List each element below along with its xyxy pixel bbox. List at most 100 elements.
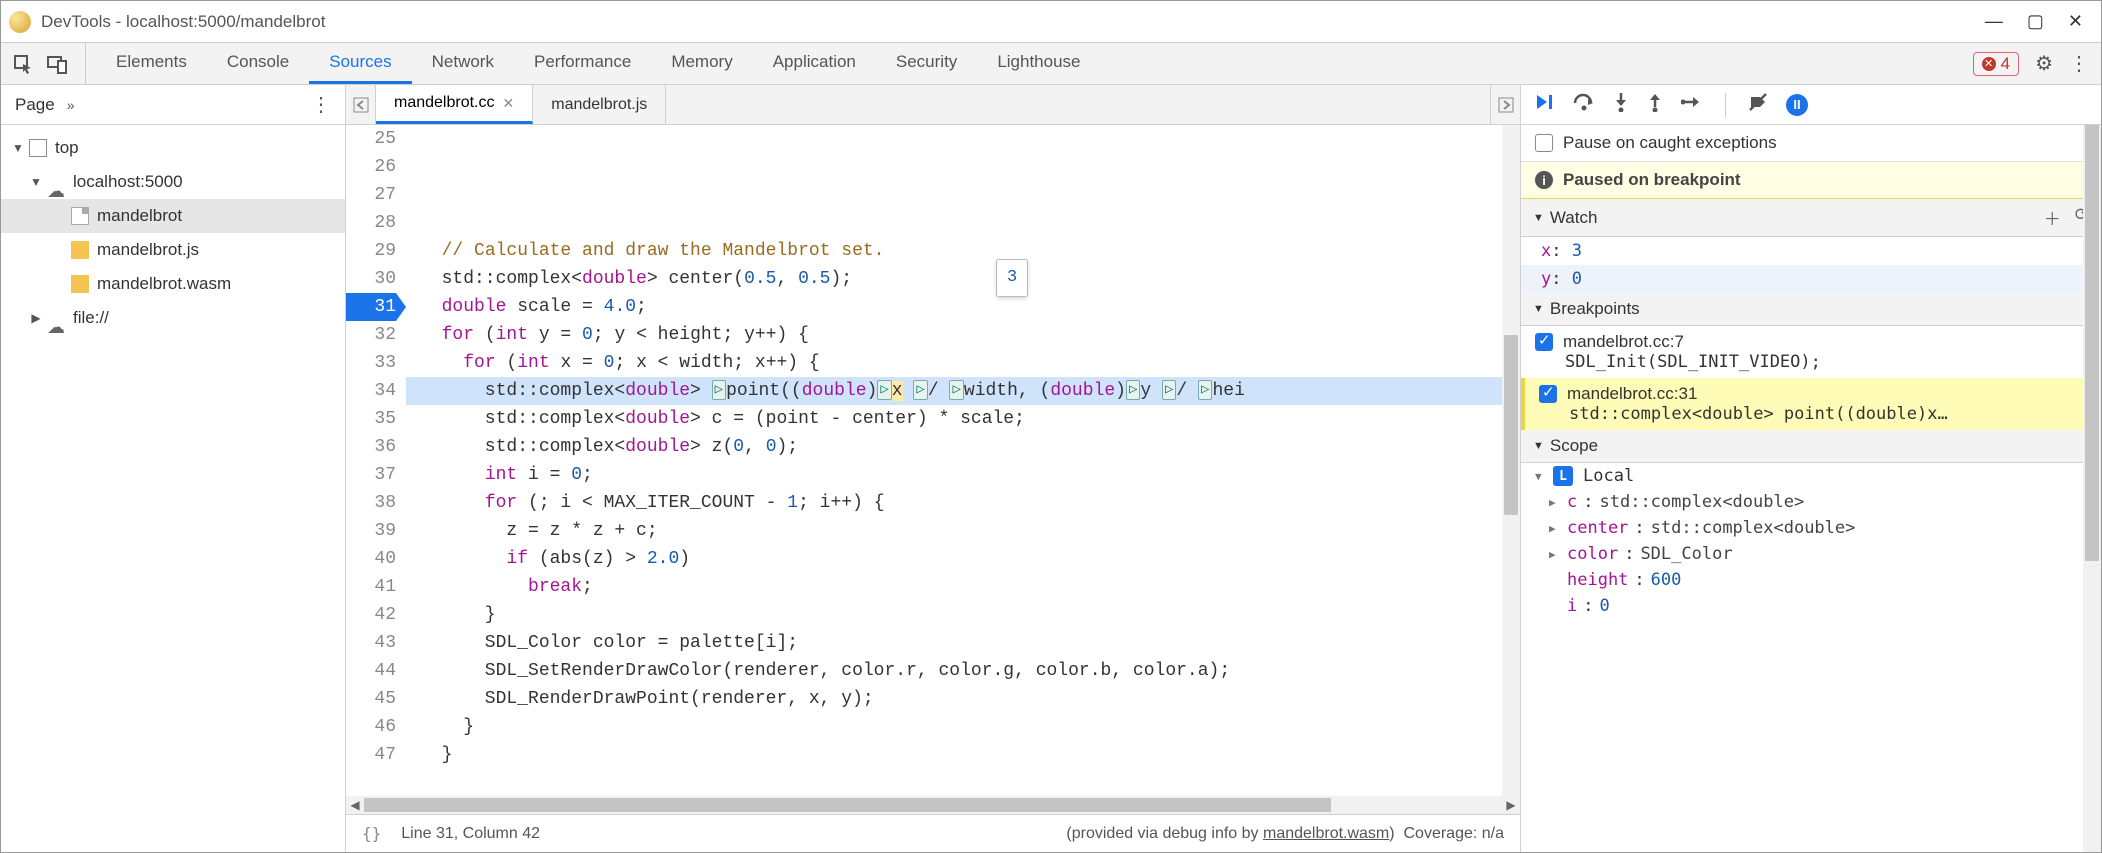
minimize-button[interactable]: — (1985, 11, 2003, 32)
editor-vscrollbar[interactable] (1502, 125, 1520, 796)
scope-item[interactable]: ▶color: SDL_Color (1521, 541, 2101, 567)
scope-item[interactable]: ▶center: std::complex<double> (1521, 515, 2101, 541)
tab-console[interactable]: Console (207, 43, 309, 84)
inspect-icon[interactable] (13, 54, 33, 74)
close-button[interactable]: ✕ (2068, 11, 2083, 32)
settings-icon[interactable]: ⚙ (2035, 51, 2053, 76)
navigator-more-tabs-icon[interactable]: » (67, 97, 75, 113)
tree-host[interactable]: ▼ localhost:5000 (1, 165, 345, 199)
step-into-button[interactable] (1613, 92, 1629, 117)
line-number[interactable]: 27 (346, 181, 396, 209)
code-line[interactable]: break; (406, 573, 1520, 601)
code-line[interactable]: } (406, 713, 1520, 741)
breakpoint-checkbox[interactable] (1539, 385, 1557, 403)
editor-tab[interactable]: mandelbrot.js (533, 85, 666, 124)
code-line[interactable]: std::complex<double> c = (point - center… (406, 405, 1520, 433)
tab-application[interactable]: Application (753, 43, 876, 84)
pause-on-exceptions-button[interactable]: II (1786, 94, 1808, 116)
code-line[interactable]: std::complex<double> center(0.5, 0.5); (406, 265, 1520, 293)
code-line[interactable]: int i = 0; (406, 461, 1520, 489)
code-line[interactable]: SDL_RenderDrawPoint(renderer, x, y); (406, 685, 1520, 713)
tree-file-mandelbrot-wasm[interactable]: mandelbrot.wasm (1, 267, 345, 301)
code-line[interactable]: for (int y = 0; y < height; y++) { (406, 321, 1520, 349)
breakpoint-checkbox[interactable] (1535, 333, 1553, 351)
pause-on-caught-checkbox[interactable] (1535, 134, 1553, 152)
line-number[interactable]: 38 (346, 489, 396, 517)
close-tab-icon[interactable]: ✕ (503, 95, 515, 112)
line-number[interactable]: 47 (346, 741, 396, 769)
line-number[interactable]: 40 (346, 545, 396, 573)
code-line[interactable]: if (abs(z) > 2.0) (406, 545, 1520, 573)
error-badge[interactable]: ✕ 4 (1973, 52, 2019, 76)
resume-button[interactable] (1535, 93, 1555, 116)
code-line[interactable]: SDL_SetRenderDrawColor(renderer, color.r… (406, 657, 1520, 685)
line-number[interactable]: 35 (346, 405, 396, 433)
line-number[interactable]: 34 (346, 377, 396, 405)
breakpoint-item[interactable]: mandelbrot.cc:31std::complex<double> poi… (1521, 378, 2101, 430)
add-watch-icon[interactable]: ＋ (2044, 205, 2061, 230)
code-body[interactable]: // Calculate and draw the Mandelbrot set… (406, 125, 1520, 796)
tree-top[interactable]: ▼ top (1, 131, 345, 165)
line-number[interactable]: 29 (346, 237, 396, 265)
line-number[interactable]: 30 (346, 265, 396, 293)
code-line[interactable]: // Calculate and draw the Mandelbrot set… (406, 237, 1520, 265)
tab-performance[interactable]: Performance (514, 43, 651, 84)
line-number[interactable]: 37 (346, 461, 396, 489)
watch-item[interactable]: y: 0 (1521, 265, 2101, 293)
code-line[interactable] (406, 769, 1520, 796)
more-icon[interactable]: ⋮ (2069, 51, 2089, 76)
pause-on-caught-row[interactable]: Pause on caught exceptions (1521, 125, 2101, 162)
scope-section-header[interactable]: ▼Scope (1521, 430, 2101, 463)
line-number[interactable]: 36 (346, 433, 396, 461)
line-number[interactable]: 43 (346, 629, 396, 657)
code-line[interactable]: double scale = 4.0; (406, 293, 1520, 321)
scope-local-header[interactable]: ▼L Local (1521, 463, 2101, 489)
maximize-button[interactable]: ▢ (2027, 11, 2044, 32)
scope-item[interactable]: i: 0 (1521, 593, 2101, 619)
code-line[interactable]: for (int x = 0; x < width; x++) { (406, 349, 1520, 377)
line-gutter[interactable]: 2526272829303132333435363738394041424344… (346, 125, 406, 796)
tree-file-scheme[interactable]: ▶ file:// (1, 301, 345, 335)
line-number[interactable]: 46 (346, 713, 396, 741)
tab-lighthouse[interactable]: Lighthouse (977, 43, 1100, 84)
tab-elements[interactable]: Elements (96, 43, 207, 84)
watch-item[interactable]: x: 3 (1521, 237, 2101, 265)
code-line[interactable]: SDL_Color color = palette[i]; (406, 629, 1520, 657)
line-number[interactable]: 39 (346, 517, 396, 545)
step-button[interactable] (1681, 94, 1703, 115)
scope-item[interactable]: ▶c: std::complex<double> (1521, 489, 2101, 515)
line-number[interactable]: 42 (346, 601, 396, 629)
step-over-button[interactable] (1573, 93, 1595, 116)
debug-info-link[interactable]: mandelbrot.wasm (1263, 825, 1389, 842)
editor-next-icon[interactable] (1490, 85, 1520, 124)
navigator-menu-icon[interactable]: ⋮ (311, 92, 331, 117)
tab-network[interactable]: Network (412, 43, 514, 84)
code-line[interactable]: } (406, 601, 1520, 629)
scope-item[interactable]: height: 600 (1521, 567, 2101, 593)
tab-memory[interactable]: Memory (651, 43, 752, 84)
tab-sources[interactable]: Sources (309, 43, 411, 84)
tree-file-mandelbrot[interactable]: mandelbrot (1, 199, 345, 233)
debugger-vscrollbar[interactable] (2083, 125, 2101, 852)
line-number[interactable]: 26 (346, 153, 396, 181)
tab-security[interactable]: Security (876, 43, 977, 84)
code-line[interactable]: z = z * z + c; (406, 517, 1520, 545)
line-number[interactable]: 28 (346, 209, 396, 237)
step-out-button[interactable] (1647, 92, 1663, 117)
line-number[interactable]: 41 (346, 573, 396, 601)
editor-hscrollbar[interactable]: ◀▶ (346, 796, 1520, 814)
line-number[interactable]: 44 (346, 657, 396, 685)
editor-prev-icon[interactable] (346, 85, 376, 124)
code-line[interactable]: for (; i < MAX_ITER_COUNT - 1; i++) { (406, 489, 1520, 517)
code-line[interactable]: std::complex<double> ▷point((double)▷x ▷… (406, 377, 1520, 405)
breakpoints-section-header[interactable]: ▼Breakpoints (1521, 293, 2101, 326)
line-number[interactable]: 33 (346, 349, 396, 377)
editor-tab[interactable]: mandelbrot.cc✕ (376, 85, 533, 124)
code-line[interactable] (406, 209, 1520, 237)
line-number[interactable]: 32 (346, 321, 396, 349)
watch-section-header[interactable]: ▼Watch ＋ ⟳ (1521, 199, 2101, 237)
code-line[interactable]: std::complex<double> z(0, 0); (406, 433, 1520, 461)
tree-file-mandelbrot-js[interactable]: mandelbrot.js (1, 233, 345, 267)
format-icon[interactable]: {} (362, 824, 381, 843)
deactivate-breakpoints-button[interactable] (1748, 92, 1768, 117)
